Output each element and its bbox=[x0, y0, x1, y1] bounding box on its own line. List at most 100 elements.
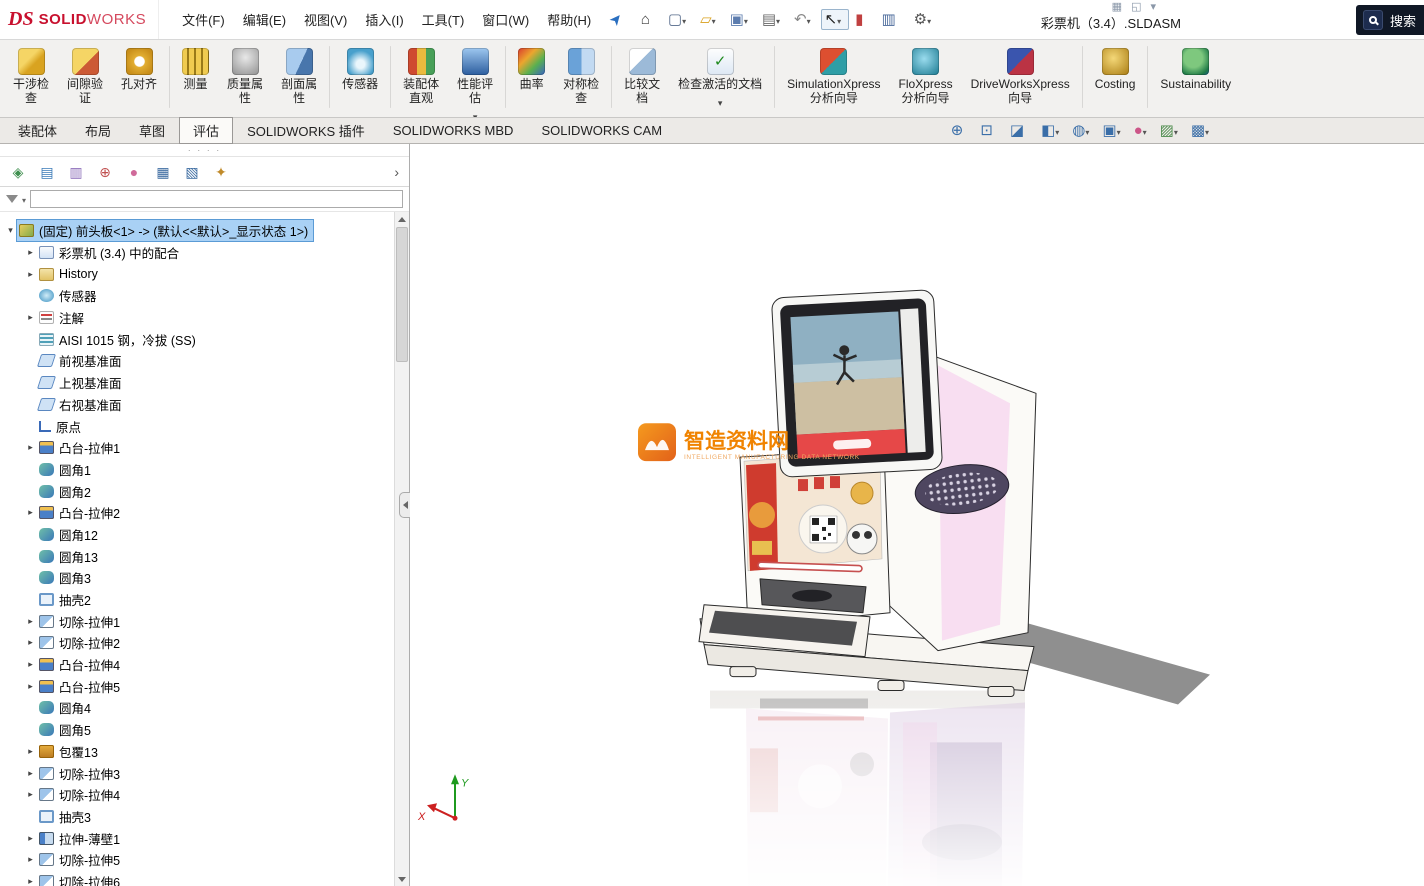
select-cursor-icon[interactable]: ↖ bbox=[821, 9, 850, 30]
featuremanager-tab-icon[interactable]: ◈ bbox=[7, 161, 29, 183]
tree-item[interactable]: 上视基准面 bbox=[0, 372, 394, 394]
tree-item[interactable]: 抽壳3 bbox=[0, 806, 394, 828]
ribbon-button[interactable] bbox=[1147, 46, 1148, 108]
ribbon-button[interactable]: Sustainability bbox=[1151, 42, 1240, 106]
home-icon[interactable]: ⌂ bbox=[637, 9, 662, 30]
tree-item[interactable]: 抽壳2 bbox=[0, 589, 394, 611]
tree-item[interactable]: ▾ (固定) 前头板<1> -> (默认<<默认>_显示状态 1>) bbox=[0, 220, 394, 242]
tree-item[interactable]: 右视基准面 bbox=[0, 394, 394, 416]
tree-item[interactable]: ▸ 切除-拉伸1 bbox=[0, 610, 394, 632]
scroll-up-icon[interactable] bbox=[395, 212, 409, 226]
ribbon-button[interactable]: 质量属 性 bbox=[218, 42, 272, 118]
ribbon-button[interactable]: 对称检 查 bbox=[554, 42, 608, 118]
tree-item[interactable]: 传感器 bbox=[0, 285, 394, 307]
ribbon-button[interactable] bbox=[169, 46, 170, 108]
expand-arrow-icon[interactable]: ▸ bbox=[24, 681, 37, 692]
scroll-down-icon[interactable] bbox=[395, 872, 409, 886]
tree-item[interactable]: ▸ 切除-拉伸2 bbox=[0, 632, 394, 654]
ribbon-button[interactable] bbox=[774, 46, 775, 108]
dimxpertmanager-tab-icon[interactable]: ⊕ bbox=[94, 161, 116, 183]
tree-filter-input[interactable] bbox=[30, 190, 403, 208]
ribbon-button[interactable]: 干涉检 查 bbox=[4, 42, 58, 118]
panel-tabs-chevron-icon[interactable]: › bbox=[391, 164, 402, 180]
save-icon[interactable]: ▣ bbox=[726, 9, 756, 30]
expand-arrow-icon[interactable]: ▸ bbox=[24, 312, 37, 323]
options-gear-icon[interactable]: ⚙ bbox=[910, 9, 939, 30]
ribbon-button[interactable]: 性能评 估 bbox=[448, 42, 502, 118]
tree-item[interactable]: ▸ History bbox=[0, 263, 394, 285]
cam-operation-tree-tab-icon[interactable]: ▧ bbox=[181, 161, 203, 183]
command-tab[interactable]: 评估 bbox=[179, 117, 233, 144]
rebuild-icon[interactable]: ▮ bbox=[851, 9, 875, 30]
zoom-fit-icon[interactable]: ⊕ bbox=[951, 123, 971, 138]
expand-arrow-icon[interactable]: ▸ bbox=[24, 854, 37, 865]
chevron-down-icon[interactable]: ▾ bbox=[1150, 0, 1156, 14]
ribbon-button[interactable]: 传感器 bbox=[333, 42, 387, 106]
tree-item[interactable]: ▸ 切除-拉伸3 bbox=[0, 762, 394, 784]
command-tab[interactable]: 装配体 bbox=[4, 117, 71, 144]
expand-arrow-icon[interactable]: ▸ bbox=[24, 789, 37, 800]
ribbon-button[interactable]: 曲率 bbox=[509, 42, 554, 106]
command-tab[interactable]: SOLIDWORKS 插件 bbox=[233, 117, 379, 144]
tree-item[interactable]: 圆角2 bbox=[0, 480, 394, 502]
tree-item[interactable]: 圆角13 bbox=[0, 545, 394, 567]
lottery-machine-model[interactable] bbox=[699, 290, 1036, 697]
tree-item[interactable]: 原点 bbox=[0, 415, 394, 437]
ribbon-button[interactable]: SimulationXpress 分析向导 bbox=[778, 42, 889, 118]
cam-feature-tree-tab-icon[interactable]: ▦ bbox=[152, 161, 174, 183]
scrollbar-thumb[interactable] bbox=[396, 227, 408, 362]
menu-item[interactable]: 编辑(E) bbox=[234, 5, 295, 34]
ribbon-button[interactable]: DriveWorksXpress 向导 bbox=[962, 42, 1079, 118]
hide-show-items-icon[interactable]: ◍ bbox=[1072, 123, 1092, 138]
tree-item[interactable]: 圆角12 bbox=[0, 524, 394, 546]
ribbon-button[interactable]: 剖面属 性 bbox=[272, 42, 326, 118]
tree-item[interactable]: 圆角5 bbox=[0, 719, 394, 741]
tree-item[interactable]: ▸ 切除-拉伸6 bbox=[0, 871, 394, 886]
search-box[interactable]: 搜索 bbox=[1356, 5, 1424, 35]
tree-item[interactable]: ▸ 凸台-拉伸1 bbox=[0, 437, 394, 459]
tree-item[interactable]: 圆角3 bbox=[0, 567, 394, 589]
graphics-area[interactable]: 智造资料网 INTELLIGENT MANUFACTURING DATA NET… bbox=[410, 144, 1424, 886]
ribbon-button[interactable]: 比较文 档 bbox=[615, 42, 669, 118]
tree-item[interactable]: ▸ 凸台-拉伸4 bbox=[0, 654, 394, 676]
zoom-area-icon[interactable]: ⊡ bbox=[980, 123, 1000, 138]
ribbon-button[interactable]: FloXpress 分析向导 bbox=[890, 42, 962, 118]
print-icon[interactable]: ▤ bbox=[758, 9, 788, 30]
tree-scrollbar[interactable] bbox=[394, 212, 409, 886]
tree-item[interactable]: ▸ 凸台-拉伸2 bbox=[0, 502, 394, 524]
tree-item[interactable]: ▸ 切除-拉伸4 bbox=[0, 784, 394, 806]
command-tab[interactable]: 布局 bbox=[71, 117, 125, 144]
tree-item[interactable]: ▸ 包覆13 bbox=[0, 741, 394, 763]
expand-arrow-icon[interactable]: ▸ bbox=[24, 876, 37, 886]
file-properties-icon[interactable]: ▥ bbox=[877, 9, 907, 30]
panel-collapse-handle[interactable] bbox=[399, 492, 410, 518]
restore-layout-icon[interactable]: ◱ bbox=[1131, 0, 1141, 14]
expand-arrow-icon[interactable]: ▸ bbox=[24, 637, 37, 648]
pin-icon[interactable]: ➤ bbox=[606, 9, 635, 30]
cam-tools-tab-icon[interactable]: ✦ bbox=[210, 161, 232, 183]
menu-item[interactable]: 插入(I) bbox=[356, 5, 412, 34]
edit-appearance-icon[interactable]: ● bbox=[1134, 123, 1150, 138]
ribbon-button[interactable]: 检查激活的文档 bbox=[669, 42, 771, 106]
displaymanager-tab-icon[interactable]: ● bbox=[123, 161, 145, 183]
menu-item[interactable]: 窗口(W) bbox=[473, 5, 538, 34]
apply-scene-icon[interactable]: ▨ bbox=[1160, 123, 1181, 138]
view-orientation-icon[interactable]: ▣ bbox=[1102, 123, 1123, 138]
expand-arrow-icon[interactable]: ▸ bbox=[24, 616, 37, 627]
section-view-icon[interactable]: ◪ bbox=[1010, 123, 1031, 138]
open-icon[interactable]: ▱ bbox=[696, 9, 724, 30]
expand-arrow-icon[interactable]: ▸ bbox=[24, 247, 37, 258]
expand-arrow-icon[interactable]: ▸ bbox=[24, 768, 37, 779]
ribbon-button[interactable] bbox=[505, 46, 506, 108]
tree-item[interactable]: ▸ 注解 bbox=[0, 307, 394, 329]
view-settings-icon[interactable]: ▩ bbox=[1191, 123, 1212, 138]
undo-icon[interactable]: ↶ bbox=[790, 9, 819, 30]
tree-item[interactable]: ▸ 切除-拉伸5 bbox=[0, 849, 394, 871]
ribbon-button[interactable] bbox=[329, 46, 330, 108]
tree-item[interactable]: 圆角1 bbox=[0, 459, 394, 481]
expand-arrow-icon[interactable]: ▸ bbox=[24, 746, 37, 757]
command-tab[interactable]: SOLIDWORKS CAM bbox=[527, 119, 676, 142]
filter-dropdown-icon[interactable] bbox=[22, 192, 26, 206]
tree-item[interactable]: ▸ 拉伸-薄壁1 bbox=[0, 827, 394, 849]
ribbon-button[interactable]: 测量 bbox=[173, 42, 218, 106]
